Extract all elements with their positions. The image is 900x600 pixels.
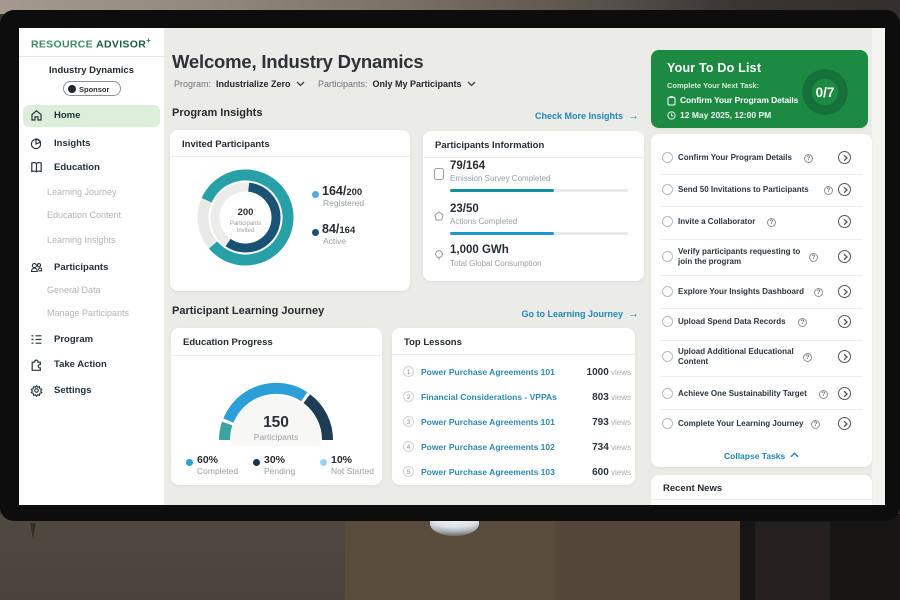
- svg-text:150: 150: [263, 414, 289, 431]
- svg-text:Invited: Invited: [237, 228, 255, 234]
- svg-text:Participants: Participants: [254, 432, 298, 442]
- svg-text:0/7: 0/7: [816, 85, 835, 100]
- svg-text:Participants: Participants: [230, 221, 261, 227]
- svg-text:200: 200: [238, 207, 254, 218]
